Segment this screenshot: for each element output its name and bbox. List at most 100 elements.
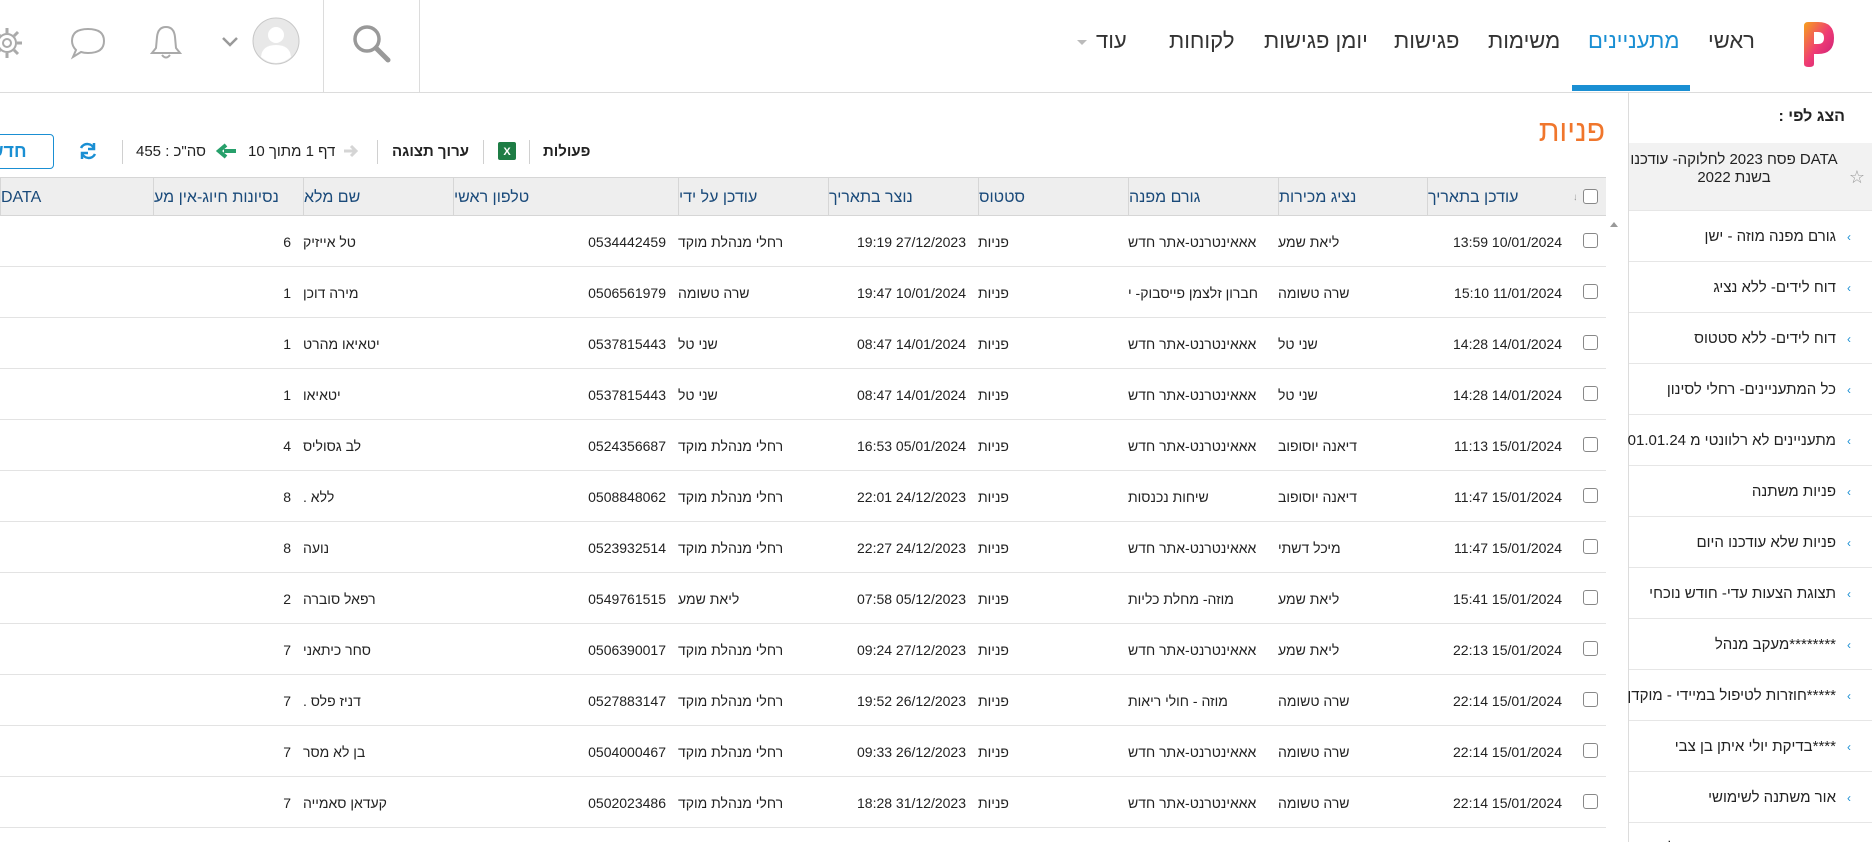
sidebar-item[interactable]: ‹ *****חוזרות לטיפול במיידי - מוקדן	[1627, 670, 1872, 721]
table-row[interactable]: 15:41 15/01/2024 ליאת שמע מוזה- מחלת כליות…	[0, 573, 1606, 624]
refresh-icon[interactable]	[78, 141, 98, 161]
tab-customers[interactable]: לקוחות	[1169, 28, 1235, 54]
table-row[interactable]: 14:28 14/01/2024 שני טל אאאינטרנט-אתר חדש פ…	[0, 369, 1606, 420]
cell-main-phone: 0549761515	[588, 590, 666, 607]
gear-icon[interactable]	[0, 26, 24, 60]
row-checkbox[interactable]	[1583, 488, 1598, 503]
search-icon[interactable]	[350, 22, 392, 64]
sidebar-item[interactable]: ‹ פניות משתנה	[1629, 466, 1872, 517]
cell-created-date: 08:47 14/01/2024	[857, 386, 966, 403]
table-row[interactable]: 22:13 15/01/2024 ליאת שמע אאאינטרנט-אתר חד…	[0, 624, 1606, 675]
column-header-sales-rep[interactable]: נציג מכירות	[1278, 178, 1427, 217]
chat-icon[interactable]	[69, 26, 107, 60]
sidebar-item[interactable]: ‹ ********מעקב מנהל	[1629, 619, 1872, 670]
app-logo[interactable]	[1798, 20, 1836, 68]
sidebar-item[interactable]: ‹ כל המתעניינים- רחלי לסינון	[1629, 364, 1872, 415]
table-row[interactable]: 11:47 15/01/2024 דיאנה יוסופוב שיחות נכנסו…	[0, 471, 1606, 522]
cell-sales-rep: ליאת שמע	[1278, 641, 1340, 658]
cell-full-name: דניז פלס .	[303, 692, 361, 709]
svg-text:X: X	[503, 146, 511, 158]
next-page-arrow-icon[interactable]	[344, 143, 362, 159]
sidebar-item[interactable]: ☆ DATA פסח 2023 לחלוקה- עודכנו בשנת 2022	[1629, 143, 1872, 211]
column-header-data[interactable]: DATA	[0, 178, 153, 217]
table-row[interactable]: 22:14 15/01/2024 שרה טשומה אאאינטרנט-אתר ח…	[0, 777, 1606, 828]
sidebar-item[interactable]: ‹ ****בדיקת יולי איתן בן צבי	[1629, 721, 1872, 772]
edit-view-button[interactable]: ערוך תצוגה	[392, 143, 469, 160]
sort-arrow-icon[interactable]: ↓	[1573, 192, 1576, 203]
table-row[interactable]: 14:28 14/01/2024 שני טל אאאינטרנט-אתר חדש פ…	[0, 318, 1606, 369]
sidebar-item[interactable]: ‹ דוח לידים- ללא סטטוס	[1629, 313, 1872, 364]
more-caret-icon[interactable]	[1077, 40, 1087, 45]
saved-views-sidebar: הצג לפי : ☆ DATA פסח 2023 לחלוקה- עודכנו…	[1627, 93, 1872, 842]
table-row[interactable]: 22:14 15/01/2024 שרה טשומה אאאינטרנט-אתר ח…	[0, 726, 1606, 777]
cell-full-name: בן לא מסר	[303, 743, 366, 760]
row-checkbox[interactable]	[1583, 590, 1598, 605]
cell-referral-source: אאאינטרנט-אתר חדש	[1128, 539, 1257, 556]
cell-full-name: סחר כיתאני	[303, 641, 371, 658]
sidebar-item[interactable]: ‹ פניות שלא עודכנו היום	[1629, 517, 1872, 568]
row-checkbox[interactable]	[1583, 284, 1598, 299]
sidebar-item[interactable]: ‹ דוח לידים- ללא נציג	[1629, 262, 1872, 313]
cell-sales-rep: שני טל	[1278, 335, 1318, 352]
table-row[interactable]: 15:10 11/01/2024 שרה טשומה חברון זלצמן פיי…	[0, 267, 1606, 318]
table-row[interactable]: 11:47 15/01/2024 מיכל דשתי אאאינטרנט-אתר ח…	[0, 522, 1606, 573]
tab-tasks[interactable]: משימות	[1488, 28, 1560, 54]
column-header-full-name[interactable]: שם מלא	[303, 178, 453, 217]
star-icon[interactable]: ☆	[1849, 167, 1865, 188]
toolbar-divider	[483, 140, 484, 164]
row-checkbox[interactable]	[1583, 692, 1598, 707]
select-all-checkbox[interactable]	[1583, 189, 1598, 204]
row-checkbox[interactable]	[1583, 386, 1598, 401]
scroll-up-arrow-icon[interactable]	[1610, 222, 1618, 227]
row-checkbox[interactable]	[1583, 641, 1598, 656]
cell-dial-attempts: 4	[283, 437, 291, 454]
tab-meetings-calendar[interactable]: יומן פגישות	[1264, 28, 1368, 54]
column-header-updated-date[interactable]: עודכן בתאריך ↓	[1427, 178, 1576, 217]
cell-created-date: 19:52 26/12/2023	[857, 692, 966, 709]
chevron-left-icon: ‹	[1847, 791, 1851, 805]
row-checkbox[interactable]	[1583, 335, 1598, 350]
cell-full-name: ללא .	[303, 488, 335, 505]
column-header-updated-by[interactable]: עודכן על ידי	[678, 178, 828, 217]
sidebar-item[interactable]: ‹ תצוגת הצעות עדי- חודש נוכחי	[1629, 568, 1872, 619]
sidebar-title: הצג לפי :	[1778, 108, 1845, 125]
table-scrollbar[interactable]	[1606, 216, 1622, 842]
sidebar-item[interactable]: ‹ מתעניינים לא רלוונטי מ 01.01.24	[1628, 415, 1872, 466]
cell-status: פניות	[978, 794, 1009, 811]
table-row[interactable]: 13:59 10/01/2024 ליאת שמע אאאינטרנט-אתר חד…	[0, 216, 1606, 267]
column-header-main-phone[interactable]: טלפון ראשי	[453, 178, 678, 217]
cell-dial-attempts: 7	[283, 641, 291, 658]
row-checkbox[interactable]	[1583, 539, 1598, 554]
sidebar-item[interactable]: ‹ אור משתנה לשימושי	[1629, 772, 1872, 823]
row-checkbox[interactable]	[1583, 794, 1598, 809]
column-header-dial-attempts[interactable]: נסיונות חיוג-אין מע	[153, 178, 303, 217]
tab-more[interactable]: עוד	[1096, 28, 1127, 54]
cell-sales-rep: שרה טשומה	[1278, 284, 1350, 301]
tab-home[interactable]: ראשי	[1708, 28, 1755, 54]
column-header-created-date[interactable]: נוצר בתאריך	[828, 178, 978, 217]
column-header-referral-source[interactable]: גורם מפנה	[1128, 178, 1278, 217]
user-avatar[interactable]	[252, 17, 300, 65]
cell-created-date: 09:33 26/12/2023	[857, 743, 966, 760]
cell-updated-by: ליאת שמע	[678, 590, 740, 607]
cell-referral-source: מוזה- מחלת כליות	[1128, 590, 1234, 607]
actions-menu[interactable]: פעולות	[543, 143, 590, 160]
tab-leads[interactable]: מתעניינים	[1588, 28, 1679, 54]
row-checkbox[interactable]	[1583, 437, 1598, 452]
cell-referral-source: אאאינטרנט-אתר חדש	[1128, 335, 1257, 352]
bell-icon[interactable]	[150, 24, 182, 60]
cell-referral-source: אאאינטרנט-אתר חדש	[1128, 437, 1257, 454]
excel-export-icon[interactable]: X	[497, 141, 517, 161]
previous-page-arrow-icon[interactable]	[216, 143, 236, 159]
new-lead-button[interactable]: חדש	[0, 134, 54, 169]
cell-updated-date: 15:10 11/01/2024	[1454, 284, 1562, 301]
table-row[interactable]: 22:14 15/01/2024 שרה טשומה מוזה - חולי ריא…	[0, 675, 1606, 726]
tab-meetings[interactable]: פגישות	[1394, 28, 1459, 54]
row-checkbox[interactable]	[1583, 233, 1598, 248]
column-header-status[interactable]: סטטוס	[978, 178, 1128, 217]
table-row[interactable]: 11:13 15/01/2024 דיאנה יוסופוב אאאינטרנט-א…	[0, 420, 1606, 471]
row-checkbox[interactable]	[1583, 743, 1598, 758]
sidebar-item[interactable]: ‹אינטרנט היום- מעקב מנהל	[1629, 823, 1872, 842]
sidebar-item[interactable]: ‹ גורם מפנה מוזה - ישן	[1629, 211, 1872, 262]
chevron-down-icon[interactable]	[220, 35, 240, 49]
